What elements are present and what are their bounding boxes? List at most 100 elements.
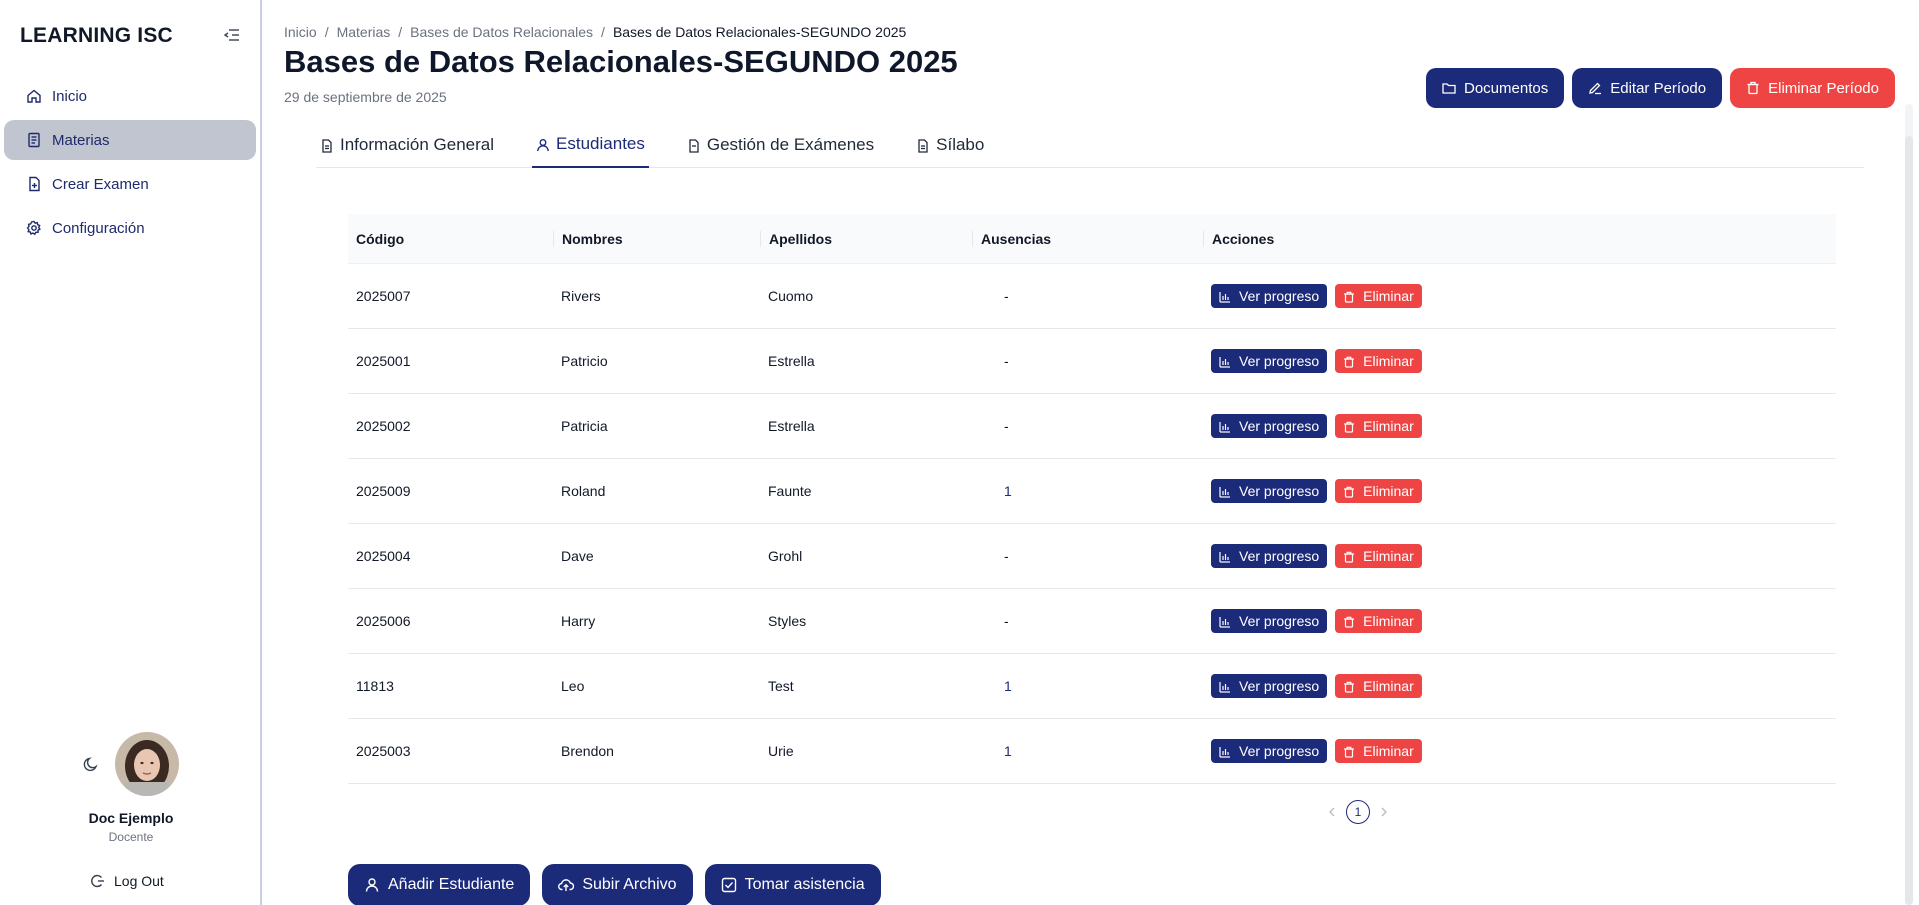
delete-student-label: Eliminar xyxy=(1363,548,1414,564)
cell-apellidos: Grohl xyxy=(768,548,803,564)
sidebar-item-inicio[interactable]: Inicio xyxy=(4,76,256,116)
sidebar-item-crear-examen[interactable]: Crear Examen xyxy=(4,164,256,204)
absences-value[interactable]: 1 xyxy=(980,743,1012,759)
cell-apellidos: Faunte xyxy=(768,483,812,499)
breadcrumb-materias[interactable]: Materias xyxy=(337,24,391,40)
delete-student-label: Eliminar xyxy=(1363,743,1414,759)
bar-chart-icon xyxy=(1219,290,1231,303)
view-progress-label: Ver progreso xyxy=(1239,483,1320,499)
sidebar-nav: Inicio Materias Crear Examen Configuraci… xyxy=(4,76,256,252)
cell-ausencias: - xyxy=(972,418,1203,434)
delete-student-button[interactable]: Eliminar xyxy=(1335,284,1422,308)
take-attendance-button[interactable]: Tomar asistencia xyxy=(704,864,881,905)
trash-icon xyxy=(1343,615,1355,628)
breadcrumb-separator: / xyxy=(324,24,329,40)
column-header-codigo: Código xyxy=(356,230,405,247)
view-progress-label: Ver progreso xyxy=(1239,548,1320,564)
delete-student-button[interactable]: Eliminar xyxy=(1335,739,1422,763)
pagination: 1 xyxy=(1326,800,1390,824)
view-progress-label: Ver progreso xyxy=(1239,743,1320,759)
cell-acciones: Ver progreso Eliminar xyxy=(1203,479,1836,503)
document-icon xyxy=(916,138,930,153)
folder-icon xyxy=(1442,81,1456,95)
cell-nombres: Dave xyxy=(561,548,594,564)
table-header: Código Nombres Apellidos Ausencias Accio… xyxy=(348,214,1836,264)
view-progress-button[interactable]: Ver progreso xyxy=(1211,674,1328,698)
delete-student-button[interactable]: Eliminar xyxy=(1335,479,1422,503)
delete-student-button[interactable]: Eliminar xyxy=(1335,414,1422,438)
absences-value: - xyxy=(1004,353,1009,369)
column-header-acciones: Acciones xyxy=(1203,230,1836,247)
cell-nombres: Brendon xyxy=(561,743,614,759)
collapse-sidebar-icon[interactable] xyxy=(223,28,242,44)
tab-estudiantes[interactable]: Estudiantes xyxy=(532,122,649,168)
user-icon xyxy=(364,877,380,893)
view-progress-button[interactable]: Ver progreso xyxy=(1211,739,1328,763)
bar-chart-icon xyxy=(1219,680,1231,693)
add-student-button[interactable]: Añadir Estudiante xyxy=(348,864,531,905)
sidebar-item-configuracion[interactable]: Configuración xyxy=(4,208,256,248)
sidebar: LEARNING ISC Inicio Materias Crear Exame… xyxy=(0,0,262,905)
logout-icon xyxy=(90,873,106,889)
cell-ausencias: 1 xyxy=(972,483,1203,499)
breadcrumb-inicio[interactable]: Inicio xyxy=(284,24,317,40)
chevron-right-icon[interactable] xyxy=(1378,806,1390,818)
tab-informacion-general[interactable]: Información General xyxy=(316,122,498,168)
absences-value[interactable]: 1 xyxy=(980,678,1012,694)
cell-apellidos: Styles xyxy=(768,613,807,629)
delete-student-button[interactable]: Eliminar xyxy=(1335,674,1422,698)
documents-button[interactable]: Documentos xyxy=(1426,68,1565,108)
tab-gestion-examenes[interactable]: Gestión de Exámenes xyxy=(683,122,878,168)
user-icon xyxy=(536,137,550,152)
cell-codigo: 2025009 xyxy=(356,483,411,499)
tab-label: Información General xyxy=(340,135,495,154)
book-icon xyxy=(26,132,42,148)
breadcrumb-separator: / xyxy=(398,24,403,40)
logout-button[interactable]: Log Out xyxy=(90,873,164,889)
scrollbar-thumb[interactable] xyxy=(1905,136,1913,905)
cell-codigo: 2025006 xyxy=(356,613,411,629)
view-progress-button[interactable]: Ver progreso xyxy=(1211,349,1328,373)
cell-nombres: Roland xyxy=(561,483,606,499)
trash-icon xyxy=(1746,81,1760,95)
students-table: Código Nombres Apellidos Ausencias Accio… xyxy=(348,214,1836,784)
table-row: 11813 Leo Test 1 Ver progreso Eliminar xyxy=(348,654,1836,719)
delete-student-label: Eliminar xyxy=(1363,418,1414,434)
page-date: 29 de septiembre de 2025 xyxy=(284,89,447,105)
view-progress-button[interactable]: Ver progreso xyxy=(1211,414,1328,438)
cell-ausencias: - xyxy=(972,288,1203,304)
view-progress-button[interactable]: Ver progreso xyxy=(1211,609,1328,633)
sidebar-item-materias[interactable]: Materias xyxy=(4,120,256,160)
trash-icon xyxy=(1343,290,1355,303)
page-title: Bases de Datos Relacionales-SEGUNDO 2025 xyxy=(284,44,958,79)
dark-mode-toggle-icon[interactable] xyxy=(83,756,99,772)
edit-period-label: Editar Período xyxy=(1610,79,1707,97)
avatar[interactable] xyxy=(115,732,179,796)
delete-period-button[interactable]: Eliminar Período xyxy=(1730,68,1895,108)
cell-codigo: 2025007 xyxy=(356,288,411,304)
scrollbar[interactable] xyxy=(1905,104,1913,905)
cell-nombres: Harry xyxy=(561,613,596,629)
absences-value[interactable]: 1 xyxy=(980,483,1012,499)
edit-period-button[interactable]: Editar Período xyxy=(1572,68,1723,108)
cell-apellidos: Cuomo xyxy=(768,288,814,304)
delete-student-button[interactable]: Eliminar xyxy=(1335,349,1422,373)
tab-silabo[interactable]: Sílabo xyxy=(912,122,988,168)
delete-student-button[interactable]: Eliminar xyxy=(1335,544,1422,568)
tab-label: Estudiantes xyxy=(556,134,645,153)
cell-nombres: Patricio xyxy=(561,353,608,369)
bar-chart-icon xyxy=(1219,485,1231,498)
table-row: 2025009 Roland Faunte 1 Ver progreso Eliminar xyxy=(348,459,1836,524)
delete-student-button[interactable]: Eliminar xyxy=(1335,609,1422,633)
tab-label: Sílabo xyxy=(936,135,985,154)
sidebar-item-label: Crear Examen xyxy=(52,175,149,193)
page-button-current[interactable]: 1 xyxy=(1346,800,1370,824)
view-progress-label: Ver progreso xyxy=(1239,613,1320,629)
breadcrumb-subject[interactable]: Bases de Datos Relacionales xyxy=(410,24,593,40)
chevron-left-icon[interactable] xyxy=(1326,806,1338,818)
view-progress-button[interactable]: Ver progreso xyxy=(1211,284,1328,308)
view-progress-button[interactable]: Ver progreso xyxy=(1211,544,1328,568)
upload-file-button[interactable]: Subir Archivo xyxy=(542,864,693,905)
cell-ausencias: 1 xyxy=(972,678,1203,694)
view-progress-button[interactable]: Ver progreso xyxy=(1211,479,1328,503)
